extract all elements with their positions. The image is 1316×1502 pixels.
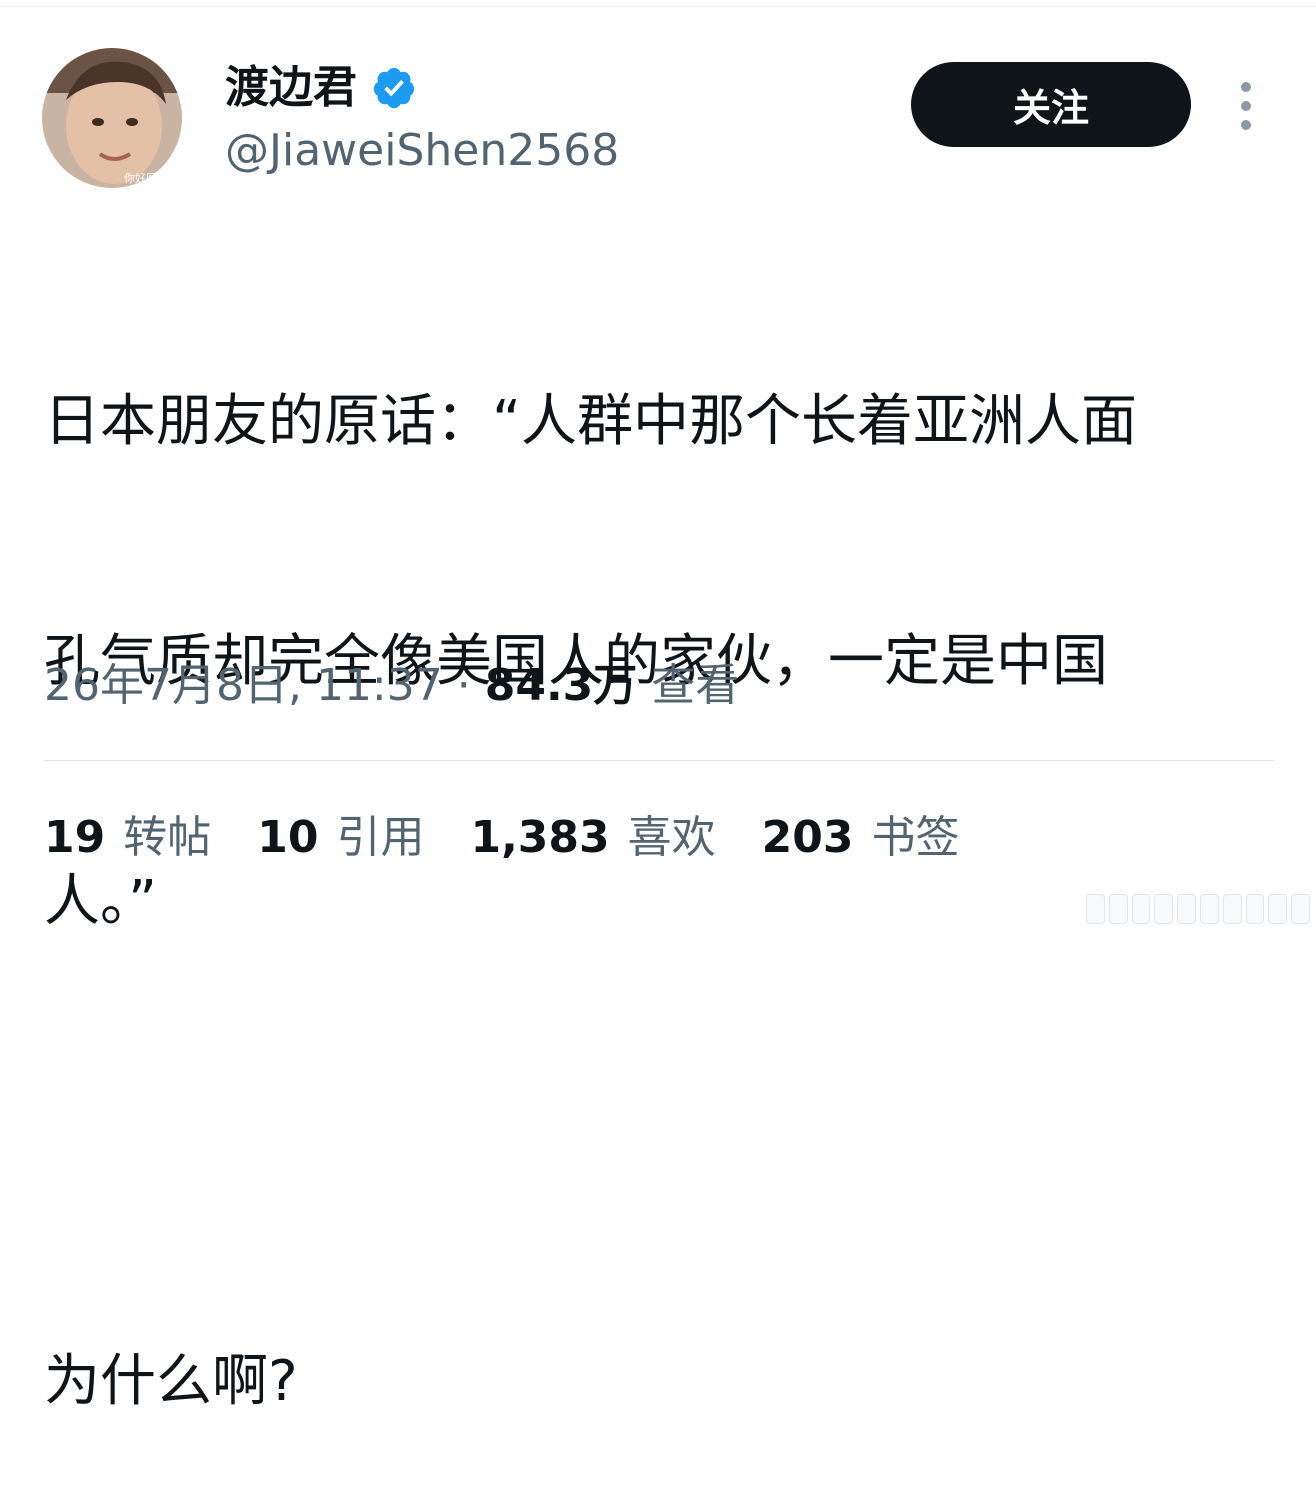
tweet-line: 日本朋友的原话：“人群中那个长着亚洲人面	[44, 389, 1138, 454]
user-handle[interactable]: @JiaweiShen2568	[225, 124, 619, 178]
menu-dot	[1241, 82, 1251, 92]
stat-count: 10	[257, 812, 319, 863]
display-name[interactable]: 渡边君	[225, 58, 417, 118]
top-divider	[0, 6, 1316, 7]
tweet-meta: 26年7月8日, 11:37 · 84.3万 查看	[44, 654, 739, 718]
stat-label: 转帖	[123, 812, 212, 863]
stat-likes[interactable]: 1,383 喜欢	[470, 806, 715, 870]
stat-count: 19	[44, 812, 106, 863]
watermark	[1086, 894, 1310, 924]
tweet-timestamp[interactable]: 26年7月8日, 11:37 ·	[44, 660, 485, 711]
avatar-photo: 你好医院	[42, 48, 182, 188]
more-vertical-icon[interactable]	[1232, 82, 1260, 130]
stat-reposts[interactable]: 19 转帖	[44, 806, 211, 870]
stat-label: 书签	[871, 812, 960, 863]
stat-quotes[interactable]: 10 引用	[257, 806, 424, 870]
watermark-block	[1245, 894, 1265, 924]
stat-label: 喜欢	[627, 812, 716, 863]
watermark-block	[1131, 894, 1151, 924]
stat-bookmarks[interactable]: 203 书签	[762, 806, 960, 870]
stat-label: 引用	[336, 812, 425, 863]
watermark-block	[1177, 894, 1196, 924]
watermark-block	[1108, 894, 1128, 924]
follow-button-label: 关注	[1012, 86, 1089, 130]
menu-dot	[1241, 120, 1251, 130]
verified-badge-icon[interactable]	[371, 65, 417, 111]
follow-button[interactable]: 关注	[911, 62, 1191, 147]
stat-count: 203	[761, 812, 854, 863]
divider	[44, 760, 1274, 761]
stat-count: 1,383	[470, 812, 610, 863]
watermark-block	[1086, 894, 1105, 924]
watermark-block	[1199, 894, 1219, 924]
tweet-line	[44, 1102, 1284, 1182]
watermark-block	[1291, 894, 1310, 924]
display-name-text[interactable]: 渡边君	[225, 58, 357, 118]
views-count: 84.3万	[484, 660, 638, 711]
engagement-stats: 19 转帖 10 引用 1,383 喜欢 203 书签	[44, 806, 1006, 870]
avatar[interactable]: 你好医院	[42, 48, 182, 188]
avatar-caption: 你好医院	[124, 171, 168, 185]
menu-dot	[1241, 101, 1251, 111]
views-label: 查看	[637, 660, 740, 711]
watermark-block	[1268, 894, 1288, 924]
tweet-line: 为什么啊?	[44, 1349, 298, 1414]
watermark-block	[1222, 894, 1242, 924]
watermark-block	[1154, 894, 1174, 924]
